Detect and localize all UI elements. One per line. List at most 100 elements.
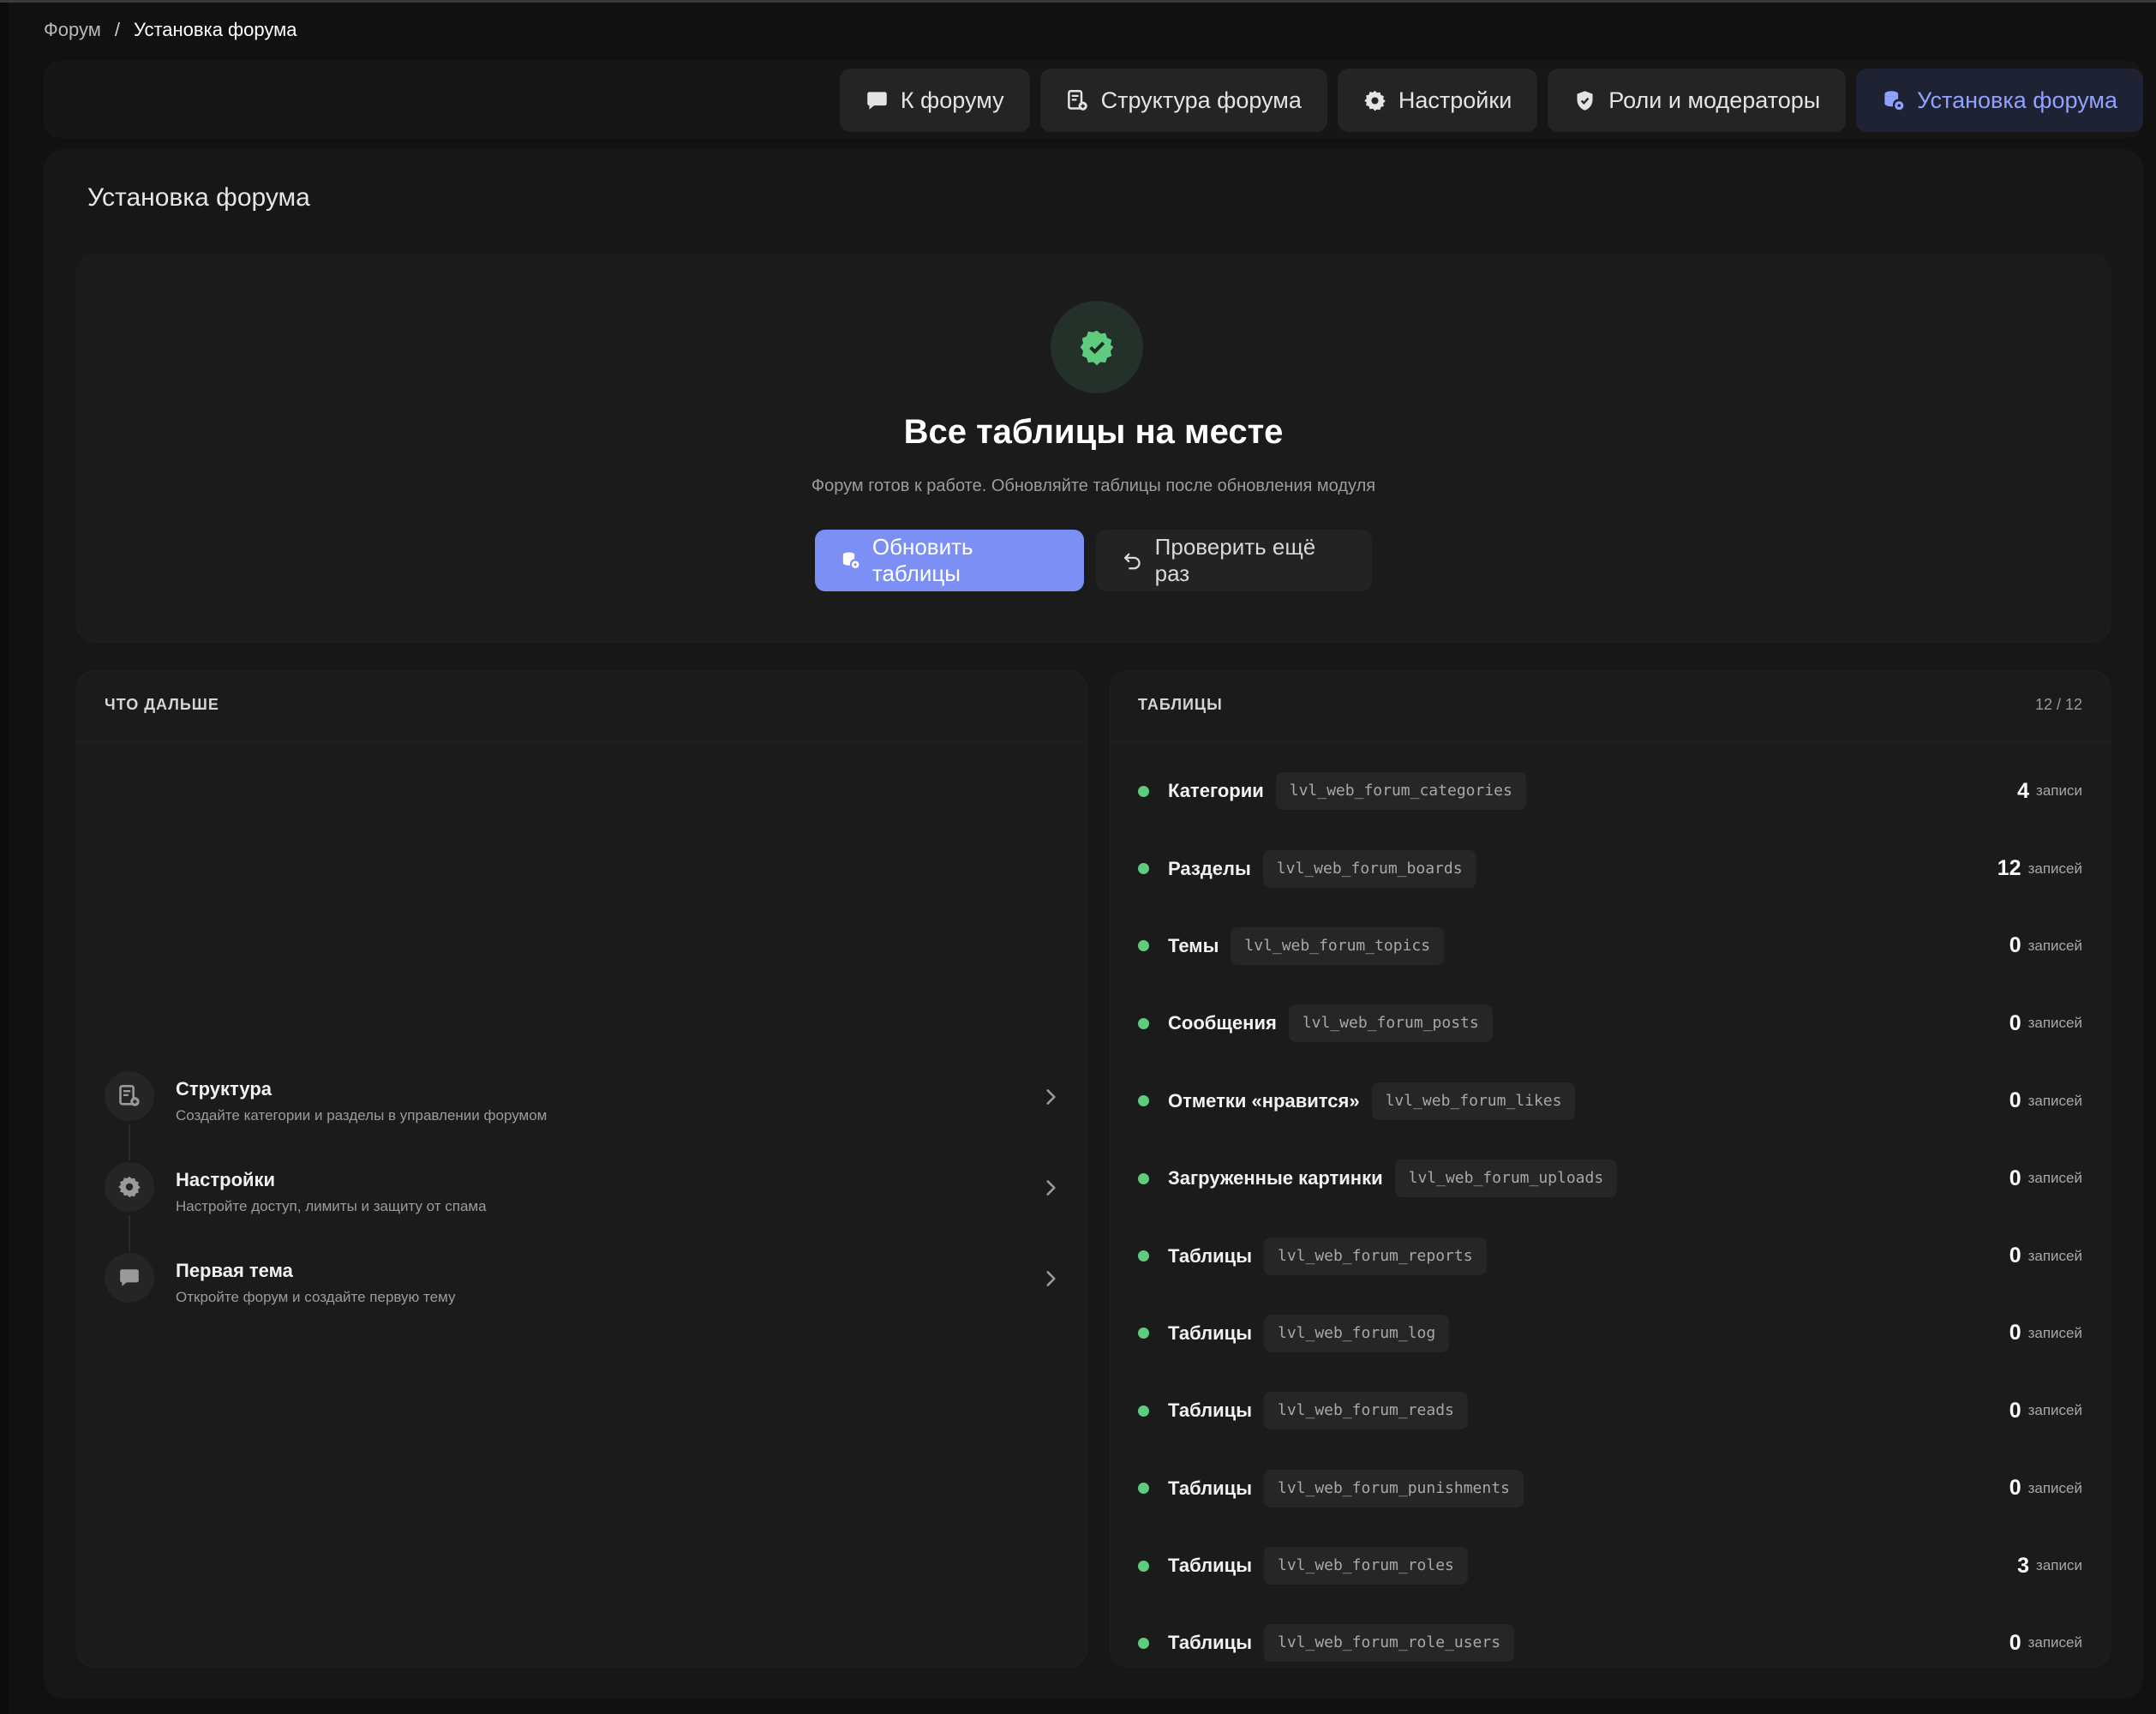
status-dot (1138, 1250, 1149, 1262)
record-count-unit: записей (2027, 1170, 2082, 1187)
tab-label: Структура форума (1100, 87, 1302, 113)
record-count-unit: записей (2027, 1324, 2082, 1341)
record-count: 4 записи (2017, 752, 2082, 830)
tables-list: Категории lvl_web_forum_categories 4 записи… (1138, 752, 2082, 1668)
step-description: Создайте категории и разделы в управлени… (176, 1107, 548, 1124)
next-steps-list: Структура Создайте категории и разделы в… (105, 1071, 1062, 1344)
tables-count: 12 / 12 (2034, 696, 2082, 713)
status-dot (1138, 1327, 1149, 1339)
table-code: lvl_web_forum_roles (1263, 1547, 1468, 1585)
tab-label: Роли и модераторы (1608, 87, 1821, 113)
step-icon-wrap (105, 1162, 154, 1212)
hero-subtitle: Форум готов к работе. Обновляйте таблицы… (811, 476, 1376, 495)
table-row: Таблицы lvl_web_forum_role_users 0 записей (1138, 1604, 2082, 1668)
table-row: Отметки «нравится» lvl_web_forum_likes 0 за… (1138, 1063, 2082, 1140)
step-structure[interactable]: Структура Создайте категории и разделы в… (105, 1071, 1062, 1162)
record-count-unit: записей (2027, 1402, 2082, 1419)
card-header: ТАБЛИЦЫ 12 / 12 (1110, 670, 2111, 742)
hero-actions: Обновить таблицы Проверить ещё раз (76, 530, 2111, 591)
gear-icon (118, 1176, 141, 1198)
next-steps-card: ЧТО ДАЛЬШЕ Структура Создайте категории … (76, 670, 1087, 1668)
table-code: lvl_web_forum_likes (1371, 1082, 1576, 1120)
table-code: lvl_web_forum_reports (1263, 1237, 1487, 1275)
tab-forum-installation[interactable]: Установка форума (1856, 69, 2143, 132)
step-title: Первая тема (176, 1260, 293, 1281)
table-code: lvl_web_forum_punishments (1263, 1469, 1524, 1507)
step-icon-wrap (105, 1071, 154, 1121)
record-count: 0 записей (2009, 1217, 2082, 1294)
record-count-number: 0 (2009, 1321, 2021, 1345)
step-first-topic[interactable]: Первая тема Откройте форум и создайте пе… (105, 1253, 1062, 1344)
recheck-button[interactable]: Проверить ещё раз (1096, 530, 1372, 591)
record-count-number: 0 (2009, 1244, 2021, 1268)
table-code: lvl_web_forum_boards (1262, 849, 1476, 888)
table-name: Отметки «нравится» (1168, 1089, 1360, 1112)
tab-label: Настройки (1398, 87, 1512, 113)
admin-navbar: К форуму Структура форума Настройки Роли… (44, 61, 2143, 138)
left-edge (0, 3, 9, 1714)
table-name: Разделы (1168, 857, 1251, 879)
tab-settings[interactable]: Настройки (1337, 69, 1538, 132)
record-count-number: 12 (1997, 856, 2021, 881)
chevron-right-icon (1046, 1180, 1056, 1196)
table-code: lvl_web_forum_uploads (1394, 1160, 1618, 1198)
table-row: Сообщения lvl_web_forum_posts 0 записей (1138, 985, 2082, 1062)
record-count-number: 0 (2009, 1088, 2021, 1113)
table-name: Категории (1168, 780, 1264, 802)
update-tables-button[interactable]: Обновить таблицы (815, 530, 1084, 591)
breadcrumb-current: Установка форума (133, 19, 297, 40)
record-count-number: 0 (2009, 1398, 2021, 1423)
record-count-number: 0 (2009, 1166, 2021, 1190)
record-count: 12 записей (1997, 830, 2082, 907)
step-settings[interactable]: Настройки Настройте доступ, лимиты и защ… (105, 1162, 1062, 1253)
admin-tabs: К форуму Структура форума Настройки Роли… (839, 69, 2143, 132)
card-header: ЧТО ДАЛЬШЕ (76, 670, 1087, 742)
table-name: Таблицы (1168, 1321, 1252, 1344)
step-title: Настройки (176, 1169, 276, 1190)
shield-icon (1577, 90, 1593, 111)
status-dot (1138, 1405, 1149, 1417)
record-count-unit: записей (2027, 1479, 2082, 1496)
record-count-number: 0 (2009, 1476, 2021, 1501)
undo-arrow-icon (1123, 553, 1141, 570)
tab-forum-structure[interactable]: Структура форума (1039, 69, 1327, 132)
record-count: 0 записей (2009, 1063, 2082, 1140)
chat-icon (867, 91, 887, 110)
table-name: Загруженные картинки (1168, 1167, 1383, 1190)
record-count: 3 записи (2017, 1527, 2082, 1604)
step-description: Откройте форум и создайте первую тему (176, 1289, 456, 1305)
database-icon (1884, 90, 1904, 110)
status-dot (1138, 1017, 1149, 1029)
status-dot (1138, 863, 1149, 875)
breadcrumb: Форум / Установка форума (44, 17, 297, 43)
tab-roles-moderators[interactable]: Роли и модераторы (1548, 69, 1847, 132)
record-count-unit: записей (2027, 1247, 2082, 1264)
breadcrumb-root-link[interactable]: Форум (44, 19, 101, 41)
verified-badge-icon (1080, 330, 1114, 366)
record-count: 0 записей (2009, 1140, 2082, 1217)
gear-icon (1364, 90, 1386, 111)
record-count: 0 записей (2009, 985, 2082, 1062)
table-name: Таблицы (1168, 1555, 1252, 1577)
record-count: 0 записей (2009, 1295, 2082, 1372)
status-dot (1138, 785, 1149, 797)
table-row: Таблицы lvl_web_forum_reports 0 записей (1138, 1217, 2082, 1294)
step-connector (129, 1215, 130, 1251)
status-dot (1138, 1560, 1149, 1572)
table-name: Таблицы (1168, 1477, 1252, 1499)
window-top-edge (0, 0, 2156, 3)
record-count-number: 0 (2009, 933, 2021, 958)
record-count-number: 0 (2009, 1630, 2021, 1655)
hero-title: Все таблицы на месте (903, 413, 1284, 451)
status-dot (1138, 1095, 1149, 1107)
page-title: Установка форума (87, 183, 310, 212)
status-dot (1138, 1637, 1149, 1649)
table-name: Таблицы (1168, 1632, 1252, 1654)
tab-label: К форуму (900, 87, 1004, 113)
breadcrumb-separator: / (114, 19, 120, 40)
tab-to-forum[interactable]: К форуму (839, 69, 1030, 132)
structure-icon (119, 1085, 140, 1106)
table-row: Темы lvl_web_forum_topics 0 записей (1138, 908, 2082, 985)
table-code: lvl_web_forum_posts (1288, 1004, 1493, 1043)
table-row: Таблицы lvl_web_forum_reads 0 записей (1138, 1372, 2082, 1449)
